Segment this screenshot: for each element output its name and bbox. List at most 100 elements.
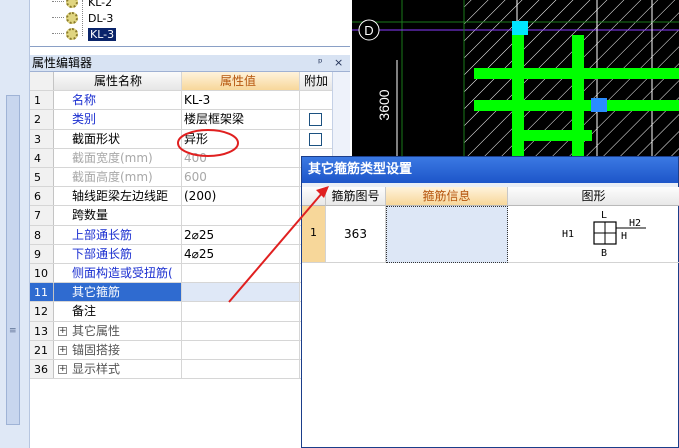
- property-name-text: 类别: [72, 112, 97, 127]
- property-value[interactable]: [182, 302, 300, 321]
- property-name: 名称: [54, 91, 182, 110]
- tree-item-kl-3[interactable]: KL-3: [52, 26, 117, 42]
- property-row[interactable]: 13 + 其它属性: [30, 321, 332, 341]
- tree-item-label: KL-3: [88, 27, 117, 41]
- row-number: 3: [30, 129, 54, 148]
- property-name-text: 锚固搭接: [72, 342, 121, 357]
- attach-checkbox[interactable]: [309, 132, 322, 146]
- row-number-text: 1: [310, 226, 317, 239]
- shape-cell: H1 L H2 H B: [508, 206, 679, 263]
- dock-scrollbar[interactable]: [6, 95, 20, 425]
- property-value[interactable]: [182, 264, 300, 283]
- column-header-shape: 图形: [508, 187, 679, 206]
- stirrup-shape-diagram: H1 L H2 H B: [562, 210, 646, 259]
- expand-icon[interactable]: +: [58, 365, 67, 374]
- property-row[interactable]: 10 侧面构造或受扭筋(: [30, 264, 332, 284]
- property-value[interactable]: [182, 340, 300, 359]
- property-value[interactable]: 异形: [182, 129, 300, 148]
- tree-item-dl-3[interactable]: DL-3: [52, 10, 114, 26]
- property-name-text: 侧面构造或受扭筋(: [72, 266, 173, 280]
- row-number: 1: [302, 206, 326, 263]
- property-name-text: 显示样式: [72, 362, 121, 376]
- property-name-text: 名称: [72, 93, 97, 108]
- row-number: 12: [30, 302, 54, 321]
- property-name-text: 截面宽度(mm): [72, 150, 153, 165]
- column-header-value: 属性值: [182, 72, 300, 91]
- row-number: 9: [30, 244, 54, 263]
- property-attach: [300, 91, 332, 109]
- property-value[interactable]: 楼层框架梁: [182, 110, 300, 129]
- property-value[interactable]: (200): [182, 187, 300, 206]
- property-name: 上部通长筋: [54, 225, 182, 244]
- property-row[interactable]: 5 截面高度(mm) 600: [30, 168, 332, 188]
- property-name-text: 备注: [72, 304, 97, 319]
- property-name: 侧面构造或受扭筋(: [54, 264, 182, 283]
- property-row[interactable]: 2 类别 楼层框架梁: [30, 110, 332, 130]
- property-row[interactable]: 7 跨数量: [30, 206, 332, 226]
- row-number: 1: [30, 91, 54, 110]
- property-value[interactable]: 4⌀25: [182, 244, 300, 263]
- property-name: 轴线距梁左边线距: [54, 187, 182, 206]
- property-row[interactable]: 9 下部通长筋 4⌀25: [30, 244, 332, 264]
- row-number: 21: [30, 340, 54, 359]
- property-attach: [300, 110, 332, 128]
- beam[interactable]: [512, 130, 592, 141]
- property-editor-header: 属性编辑器 ᵖ ×: [30, 55, 350, 72]
- attach-checkbox[interactable]: [309, 113, 322, 127]
- property-name: + 显示样式: [54, 360, 182, 379]
- tree-item-kl-2[interactable]: KL-2: [52, 0, 113, 10]
- tree-item-label: DL-3: [88, 11, 114, 25]
- property-value[interactable]: KL-3: [182, 91, 300, 110]
- property-value[interactable]: [182, 283, 300, 302]
- other-stirrup-dialog: 其它箍筋类型设置 箍筋图号 箍筋信息 图形 1 363 H1 L H2 H B: [301, 156, 679, 448]
- property-row[interactable]: 4 截面宽度(mm) 400: [30, 148, 332, 168]
- property-name-text: 截面高度(mm): [72, 170, 153, 184]
- column-marker[interactable]: [591, 98, 607, 112]
- property-name-text: 截面形状: [72, 131, 121, 146]
- stirrup-info-cell[interactable]: [386, 206, 508, 263]
- property-value[interactable]: [182, 321, 300, 340]
- expand-icon[interactable]: +: [58, 326, 67, 336]
- property-row[interactable]: 6 轴线距梁左边线距 (200): [30, 187, 332, 207]
- property-name-text: 其它属性: [72, 323, 121, 338]
- property-value[interactable]: 400: [182, 148, 300, 167]
- property-name: + 锚固搭接: [54, 340, 182, 359]
- property-value[interactable]: 600: [182, 168, 300, 187]
- column-header-name: 属性名称: [54, 72, 182, 91]
- slab-hatch: [464, 0, 679, 175]
- property-row[interactable]: 36 + 显示样式: [30, 360, 332, 380]
- property-row[interactable]: 11 其它箍筋: [30, 283, 332, 303]
- tree-item-label: KL-2: [88, 0, 113, 9]
- property-row[interactable]: 1 名称 KL-3: [30, 91, 332, 111]
- row-number: 7: [30, 206, 54, 225]
- column-marker[interactable]: [512, 21, 528, 35]
- property-name: 其它箍筋: [54, 283, 182, 302]
- figure-no-cell[interactable]: 363: [326, 206, 386, 263]
- property-table-header: 属性名称 属性值 附加: [30, 72, 332, 92]
- property-editor-title: 属性编辑器: [32, 56, 93, 70]
- property-row[interactable]: 8 上部通长筋 2⌀25: [30, 225, 332, 245]
- property-value[interactable]: [182, 206, 300, 225]
- row-number: 13: [30, 321, 54, 340]
- row-number: 10: [30, 264, 54, 283]
- property-row[interactable]: 3 截面形状 异形: [30, 129, 332, 149]
- dialog-title[interactable]: 其它箍筋类型设置: [302, 157, 678, 183]
- dimension-text: 3600: [376, 89, 392, 120]
- property-name: 截面形状: [54, 129, 182, 148]
- property-value[interactable]: [182, 360, 300, 379]
- row-number: 5: [30, 168, 54, 187]
- property-row[interactable]: 12 备注: [30, 302, 332, 322]
- grip-icon[interactable]: ≡: [9, 326, 17, 336]
- shape-label-l: L: [601, 210, 607, 221]
- property-value[interactable]: 2⌀25: [182, 225, 300, 244]
- row-number-header: [30, 72, 54, 91]
- property-name: 下部通长筋: [54, 244, 182, 263]
- property-name: 类别: [54, 110, 182, 129]
- tree-connector: [52, 33, 64, 34]
- close-icon[interactable]: ×: [334, 55, 343, 71]
- pin-icon[interactable]: ᵖ: [318, 55, 323, 71]
- row-number: 6: [30, 187, 54, 206]
- expand-icon[interactable]: +: [58, 345, 67, 355]
- shape-label-h: H: [621, 231, 627, 242]
- property-row[interactable]: 21 + 锚固搭接: [30, 340, 332, 360]
